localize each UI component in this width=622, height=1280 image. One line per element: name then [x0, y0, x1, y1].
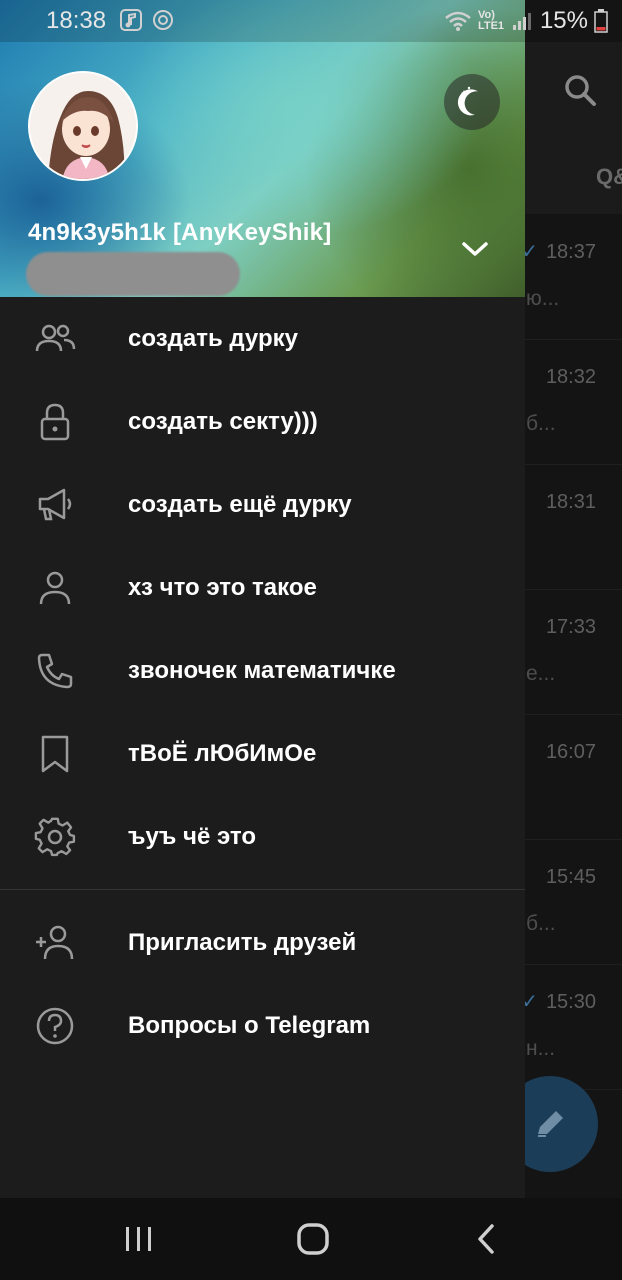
menu-item-invite-friends[interactable]: Пригласить друзей: [0, 901, 525, 984]
menu-item-label: Пригласить друзей: [128, 928, 357, 956]
group-icon: [34, 318, 76, 360]
avatar[interactable]: [28, 71, 138, 181]
drawer-header: 4n9k3y5h1k [AnyKeyShik]: [0, 0, 525, 297]
music-note-icon: [120, 9, 142, 31]
accounts-expand-button[interactable]: [456, 230, 494, 268]
back-button[interactable]: [462, 1216, 512, 1262]
settings-icon: [34, 816, 76, 858]
menu-item-label: ъуъ чё это: [128, 822, 256, 850]
chat-row-snippet: б...: [526, 912, 556, 935]
chat-row-snippet: ю...: [526, 287, 560, 310]
battery-icon: [594, 9, 608, 33]
sync-icon: [153, 10, 173, 30]
chat-row-time: 15:30: [545, 991, 596, 1013]
help-icon: [34, 1005, 76, 1047]
chat-row-snippet: б...: [526, 412, 556, 435]
status-right: Vo) LTE1 15%: [444, 7, 608, 35]
menu-item-saved-messages[interactable]: тВоЁ лЮбИмОе: [0, 712, 525, 795]
chat-row-time: 18:37: [545, 241, 596, 263]
chat-row-time: 18:31: [545, 491, 596, 513]
battery-percent: 15%: [539, 7, 588, 34]
status-time: 18:38: [46, 7, 107, 34]
screen: Q& 18:37✓ю...18:32б...18:3117:33е...16:0…: [0, 0, 622, 1280]
chat-row-time: 16:07: [545, 741, 596, 763]
home-button[interactable]: [288, 1216, 338, 1262]
phone-icon: [34, 650, 76, 692]
user-name: 4n9k3y5h1k [AnyKeyShik]: [28, 219, 332, 246]
chat-row-snippet: н...: [526, 1037, 556, 1060]
megaphone-icon: [34, 484, 76, 526]
menu-divider: [0, 889, 525, 890]
moon-icon: [457, 86, 478, 116]
menu-item-new-channel[interactable]: создать ещё дурку: [0, 463, 525, 546]
tab-partial[interactable]: Q&: [596, 164, 622, 190]
menu-item-settings[interactable]: ъуъ чё это: [0, 795, 525, 878]
system-nav-bar: [0, 1198, 622, 1280]
signal-icon: [512, 13, 531, 30]
recents-icon: [126, 1227, 151, 1251]
chat-row-time: 18:32: [545, 366, 596, 388]
menu-item-contacts[interactable]: хз что это такое: [0, 546, 525, 629]
menu-item-label: хз что это такое: [128, 573, 317, 601]
chat-row-time: 17:33: [545, 616, 596, 638]
home-icon: [297, 1223, 329, 1255]
menu-item-label: Вопросы о Telegram: [128, 1011, 371, 1039]
theme-toggle-button[interactable]: [444, 74, 500, 130]
menu-item-label: создать секту))): [128, 407, 318, 435]
person-icon: [34, 567, 76, 609]
chat-row-time: 15:45: [545, 866, 596, 888]
drawer-menu: создать дурку создать секту))) создать е…: [0, 297, 525, 1067]
menu-item-label: звоночек математичке: [128, 656, 396, 684]
menu-item-label: создать дурку: [128, 324, 298, 352]
menu-item-new-group[interactable]: создать дурку: [0, 297, 525, 380]
redacted-phone-number: [26, 252, 240, 296]
status-notification-icons: [120, 9, 174, 31]
search-icon[interactable]: [562, 72, 598, 108]
menu-item-telegram-faq[interactable]: Вопросы о Telegram: [0, 984, 525, 1067]
back-icon: [478, 1224, 494, 1254]
chevron-down-icon: [462, 242, 488, 256]
wifi-icon: [445, 11, 471, 31]
status-bar: 18:38 Vo) LTE1 15%: [0, 0, 622, 42]
menu-item-new-secret-chat[interactable]: создать секту))): [0, 380, 525, 463]
menu-item-label: создать ещё дурку: [128, 490, 352, 518]
menu-item-calls[interactable]: звоночек математичке: [0, 629, 525, 712]
add-person-icon: [34, 922, 76, 964]
chat-row-snippet: е...: [526, 662, 556, 685]
recents-button[interactable]: [114, 1216, 164, 1262]
bookmark-icon: [34, 733, 76, 775]
menu-item-label: тВоЁ лЮбИмОе: [128, 739, 317, 767]
anime-avatar-image: [30, 73, 136, 179]
lock-icon: [34, 401, 76, 443]
pencil-icon: [538, 1111, 563, 1137]
navigation-drawer: 4n9k3y5h1k [AnyKeyShik] создать дурку со…: [0, 0, 525, 1198]
network-label: Vo) LTE1: [477, 9, 505, 32]
